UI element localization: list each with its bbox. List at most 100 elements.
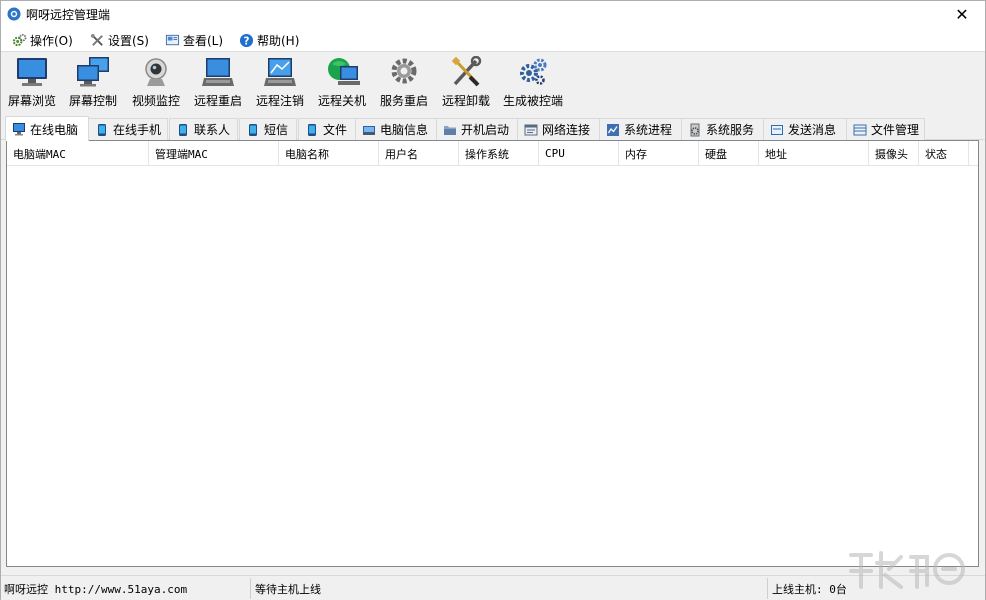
column-header-disk[interactable]: 硬盘 bbox=[699, 141, 759, 166]
toolbar: 屏幕浏览 屏幕控制 视频监控 远程重启 远程注销 远程关机 服务重启 远程卸载 … bbox=[1, 52, 985, 116]
tab-file-manager[interactable]: 文件管理 bbox=[846, 118, 925, 140]
status-bar: 啊呀远控 http://www.51aya.com 等待主机上线 上线主机: 0… bbox=[1, 575, 985, 600]
services-icon bbox=[690, 123, 700, 136]
title-bar: 啊呀远控管理端 ✕ bbox=[1, 1, 985, 28]
column-header-manager-mac[interactable]: 管理端MAC bbox=[149, 141, 279, 166]
column-header-cpu[interactable]: CPU bbox=[539, 141, 619, 166]
logout-pc-icon bbox=[264, 58, 296, 86]
tab-services[interactable]: 系统服务 bbox=[681, 118, 764, 140]
tab-label: 在线手机 bbox=[113, 123, 162, 137]
shutdown-pc-icon bbox=[328, 58, 360, 85]
menu-settings[interactable]: 设置(S) bbox=[90, 31, 149, 49]
network-icon bbox=[524, 124, 538, 135]
tab-startup[interactable]: 开机启动 bbox=[436, 118, 518, 140]
tab-send-message[interactable]: 发送消息 bbox=[763, 118, 847, 140]
tab-label: 发送消息 bbox=[788, 123, 837, 137]
process-icon bbox=[607, 123, 619, 136]
tab-online-computers[interactable]: 在线电脑 bbox=[5, 116, 89, 141]
phone-icon bbox=[249, 123, 257, 136]
screen-control-button[interactable]: 屏幕控制 bbox=[62, 56, 124, 112]
tab-label: 文件 bbox=[323, 123, 348, 137]
tab-contacts[interactable]: 联系人 bbox=[169, 118, 238, 140]
app-logo-icon bbox=[7, 7, 21, 21]
status-divider bbox=[250, 578, 251, 599]
app-window: 啊呀远控管理端 ✕ 操作(O) 设置(S) 查看(L) ? 帮助(H) 屏幕浏览… bbox=[0, 0, 986, 600]
build-gears-icon bbox=[520, 58, 547, 85]
tab-label: 文件管理 bbox=[871, 123, 920, 137]
close-icon: ✕ bbox=[955, 5, 969, 24]
online-computers-list[interactable]: 电脑端MAC 管理端MAC 电脑名称 用户名 操作系统 CPU 内存 硬盘 地址… bbox=[6, 140, 979, 567]
video-monitor-button[interactable]: 视频监控 bbox=[125, 56, 187, 112]
view-icon bbox=[165, 34, 180, 45]
tab-label: 网络连接 bbox=[542, 123, 591, 137]
tool-label: 远程关机 bbox=[317, 94, 366, 108]
status-website: 啊呀远控 http://www.51aya.com bbox=[4, 583, 188, 596]
column-header-username[interactable]: 用户名 bbox=[379, 141, 459, 166]
status-online-count: 上线主机: 0台 bbox=[772, 583, 847, 596]
dual-monitor-icon bbox=[77, 57, 109, 87]
menu-label: 帮助(H) bbox=[257, 33, 300, 48]
close-button[interactable]: ✕ bbox=[939, 1, 985, 28]
service-restart-button[interactable]: 服务重启 bbox=[373, 56, 435, 112]
tab-pc-info[interactable]: 电脑信息 bbox=[355, 118, 437, 140]
column-header-pc-name[interactable]: 电脑名称 bbox=[279, 141, 379, 166]
tab-network[interactable]: 网络连接 bbox=[517, 118, 600, 140]
tab-files[interactable]: 文件 bbox=[298, 118, 356, 140]
menu-help[interactable]: ? 帮助(H) bbox=[239, 31, 299, 49]
tab-processes[interactable]: 系统进程 bbox=[599, 118, 682, 140]
tab-label: 开机启动 bbox=[461, 123, 510, 137]
tab-label: 系统进程 bbox=[624, 123, 673, 137]
tool-label: 屏幕浏览 bbox=[7, 94, 56, 108]
tab-strip: 在线电脑 在线手机 联系人 短信 文件 电脑信息 开机启动 网络连接 系统进程 … bbox=[1, 116, 985, 141]
tool-label: 服务重启 bbox=[379, 94, 428, 108]
service-gear-icon bbox=[391, 58, 417, 84]
tab-label: 电脑信息 bbox=[380, 123, 429, 137]
column-header-camera[interactable]: 摄像头 bbox=[869, 141, 919, 166]
monitor-icon bbox=[17, 58, 47, 86]
watermark-logo bbox=[849, 551, 965, 589]
tool-label: 远程卸载 bbox=[441, 94, 490, 108]
folder-icon bbox=[444, 125, 456, 135]
tab-online-phones[interactable]: 在线手机 bbox=[88, 118, 168, 140]
window-title: 啊呀远控管理端 bbox=[26, 8, 111, 22]
menu-label: 操作(O) bbox=[30, 33, 73, 48]
column-header-memory[interactable]: 内存 bbox=[619, 141, 699, 166]
remote-shutdown-button[interactable]: 远程关机 bbox=[311, 56, 373, 112]
column-header-status[interactable]: 状态 bbox=[919, 141, 969, 166]
restart-pc-icon bbox=[202, 58, 234, 86]
tool-label: 生成被控端 bbox=[502, 94, 563, 108]
status-message: 等待主机上线 bbox=[255, 583, 321, 596]
tool-label: 远程重启 bbox=[193, 94, 242, 108]
webcam-icon bbox=[145, 58, 167, 86]
tool-label: 远程注销 bbox=[255, 94, 304, 108]
tab-sms[interactable]: 短信 bbox=[239, 118, 297, 140]
tools-icon bbox=[90, 33, 103, 46]
menu-label: 查看(L) bbox=[183, 33, 224, 48]
menu-label: 设置(S) bbox=[108, 33, 149, 48]
svg-text:?: ? bbox=[244, 35, 250, 47]
status-divider bbox=[767, 578, 768, 599]
remote-uninstall-button[interactable]: 远程卸载 bbox=[435, 56, 497, 112]
tab-label: 在线电脑 bbox=[30, 122, 79, 137]
build-client-button[interactable]: 生成被控端 bbox=[502, 56, 564, 112]
screen-browse-button[interactable]: 屏幕浏览 bbox=[1, 56, 63, 112]
computer-icon bbox=[13, 123, 25, 136]
pc-info-icon bbox=[363, 125, 375, 135]
menu-view[interactable]: 查看(L) bbox=[165, 31, 223, 49]
phone-icon bbox=[98, 123, 106, 136]
tool-label: 屏幕控制 bbox=[68, 94, 117, 108]
menu-operation[interactable]: 操作(O) bbox=[12, 31, 73, 49]
column-header-address[interactable]: 地址 bbox=[759, 141, 869, 166]
phone-icon bbox=[308, 123, 316, 136]
list-header: 电脑端MAC 管理端MAC 电脑名称 用户名 操作系统 CPU 内存 硬盘 地址… bbox=[7, 141, 978, 166]
tab-label: 短信 bbox=[264, 123, 289, 137]
message-icon bbox=[771, 124, 783, 135]
file-manager-icon bbox=[853, 124, 867, 135]
remote-restart-button[interactable]: 远程重启 bbox=[187, 56, 249, 112]
remote-logout-button[interactable]: 远程注销 bbox=[249, 56, 311, 112]
column-header-pc-mac[interactable]: 电脑端MAC bbox=[7, 141, 149, 166]
tab-label: 系统服务 bbox=[706, 123, 755, 137]
column-header-os[interactable]: 操作系统 bbox=[459, 141, 539, 166]
menu-bar: 操作(O) 设置(S) 查看(L) ? 帮助(H) bbox=[1, 28, 985, 52]
uninstall-tools-icon bbox=[451, 56, 482, 87]
